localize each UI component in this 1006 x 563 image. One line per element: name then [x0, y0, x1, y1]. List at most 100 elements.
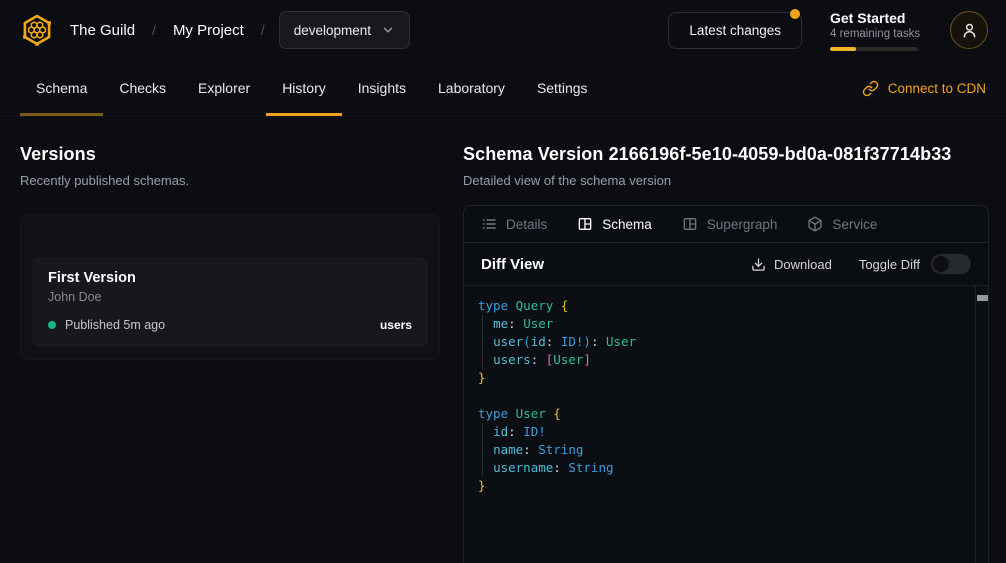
switch-knob — [933, 256, 949, 272]
indent-guide — [482, 441, 483, 459]
tab-explorer[interactable]: Explorer — [182, 60, 266, 116]
connect-cdn-label: Connect to CDN — [888, 81, 986, 96]
code-line: username: String — [464, 459, 974, 477]
tab-underline — [521, 113, 604, 116]
detail-tab-label: Supergraph — [707, 217, 778, 232]
get-started-subtitle: 4 remaining tasks — [830, 28, 922, 40]
get-started-progress-fill — [830, 47, 856, 51]
indent-guide — [482, 315, 483, 333]
version-meta-row: Published 5m ago users — [48, 318, 412, 332]
detail-tab-label: Service — [832, 217, 877, 232]
diff-view-title: Diff View — [481, 256, 544, 273]
versions-subtitle: Recently published schemas. — [20, 173, 440, 188]
code-line: me: User — [464, 315, 974, 333]
toggle-diff-label: Toggle Diff — [859, 257, 920, 272]
app-window: The Guild / My Project / development Lat… — [0, 0, 1006, 563]
indent-guide — [482, 333, 483, 351]
code-line: } — [464, 369, 974, 387]
version-detail-subtitle: Detailed view of the schema version — [463, 173, 989, 188]
detail-tab-schema[interactable]: Schema — [577, 216, 652, 232]
tab-label: Laboratory — [438, 80, 505, 96]
version-detail-title: Schema Version 2166196f-5e10-4059-bd0a-0… — [463, 144, 989, 165]
service-badge: users — [380, 318, 412, 332]
list-icon — [481, 216, 497, 232]
chevron-down-icon — [381, 23, 395, 37]
tab-history[interactable]: History — [266, 60, 342, 116]
breadcrumb-org[interactable]: The Guild — [70, 22, 135, 39]
code-line: type Query { — [464, 297, 974, 315]
version-list-item[interactable]: First Version John Doe Published 5m ago … — [32, 257, 428, 347]
nav-tabs: Schema Checks Explorer History Insights … — [20, 60, 604, 116]
tab-checks[interactable]: Checks — [103, 60, 182, 116]
tab-label: Schema — [36, 80, 87, 96]
get-started-progressbar — [830, 47, 918, 51]
user-menu-button[interactable] — [950, 11, 988, 49]
detail-tab-supergraph[interactable]: Supergraph — [682, 216, 778, 232]
cube-icon — [807, 216, 823, 232]
tab-underline — [20, 113, 103, 116]
hive-logo-icon[interactable] — [18, 11, 56, 49]
tab-settings[interactable]: Settings — [521, 60, 604, 116]
tab-underline — [342, 113, 422, 116]
indent-guide — [482, 459, 483, 477]
code-scrollbar[interactable] — [975, 286, 988, 563]
target-selector-dropdown[interactable]: development — [279, 11, 410, 49]
code-line: user(id: ID!): User — [464, 333, 974, 351]
indent-guide — [482, 351, 483, 369]
indent-guide — [482, 423, 483, 441]
version-status: Published 5m ago — [65, 318, 165, 332]
notification-dot — [790, 9, 800, 19]
tab-underline — [266, 113, 342, 116]
code-block: type Query { me: User user(id: ID!): Use… — [464, 297, 974, 495]
versions-title: Versions — [20, 144, 440, 165]
connect-cdn-button[interactable]: Connect to CDN — [862, 60, 986, 116]
code-line: name: String — [464, 441, 974, 459]
main-content: Versions Recently published schemas. Fir… — [0, 117, 1006, 563]
breadcrumb-separator: / — [152, 22, 156, 38]
published-status-dot — [48, 321, 56, 329]
latest-changes-button[interactable]: Latest changes — [668, 12, 802, 49]
tab-underline — [182, 113, 266, 116]
breadcrumb-project[interactable]: My Project — [173, 22, 244, 39]
detail-tab-label: Details — [506, 217, 547, 232]
toggle-diff-switch[interactable] — [931, 254, 971, 274]
version-author: John Doe — [48, 290, 412, 304]
code-line: id: ID! — [464, 423, 974, 441]
get-started-widget[interactable]: Get Started 4 remaining tasks — [830, 10, 922, 51]
tab-insights[interactable]: Insights — [342, 60, 422, 116]
tab-label: Checks — [119, 80, 166, 96]
main-nav: Schema Checks Explorer History Insights … — [0, 60, 1006, 117]
target-selector-value: development — [294, 23, 371, 38]
tab-underline — [422, 113, 521, 116]
tab-label: Explorer — [198, 80, 250, 96]
scrollbar-thumb[interactable] — [977, 295, 988, 301]
version-name: First Version — [48, 270, 412, 286]
detail-tab-details[interactable]: Details — [481, 216, 547, 232]
panels-icon — [682, 216, 698, 232]
detail-tab-label: Schema — [602, 217, 652, 232]
header: The Guild / My Project / development Lat… — [0, 0, 1006, 60]
code-line: type User { — [464, 405, 974, 423]
versions-list: First Version John Doe Published 5m ago … — [20, 214, 440, 360]
breadcrumb-separator: / — [261, 22, 265, 38]
code-line — [464, 387, 974, 405]
breadcrumb: The Guild / My Project / — [70, 22, 265, 39]
tab-laboratory[interactable]: Laboratory — [422, 60, 521, 116]
diff-toolbar: Diff View Download Toggle Diff — [464, 243, 988, 286]
code-line: users: [User] — [464, 351, 974, 369]
version-detail-panel: Schema Version 2166196f-5e10-4059-bd0a-0… — [463, 117, 989, 563]
download-icon — [751, 257, 766, 272]
schema-code-viewer: type Query { me: User user(id: ID!): Use… — [464, 286, 988, 563]
detail-tab-service[interactable]: Service — [807, 216, 877, 232]
tab-schema[interactable]: Schema — [20, 60, 103, 116]
tab-label: Insights — [358, 80, 406, 96]
download-button[interactable]: Download — [751, 257, 832, 272]
tab-label: History — [282, 80, 326, 96]
panels-icon — [577, 216, 593, 232]
tab-underline — [103, 113, 182, 116]
download-label: Download — [774, 257, 832, 272]
user-icon — [960, 21, 979, 40]
detail-tabs: Details Schema — [464, 206, 988, 243]
versions-panel: Versions Recently published schemas. Fir… — [20, 117, 440, 563]
get-started-title: Get Started — [830, 10, 922, 26]
